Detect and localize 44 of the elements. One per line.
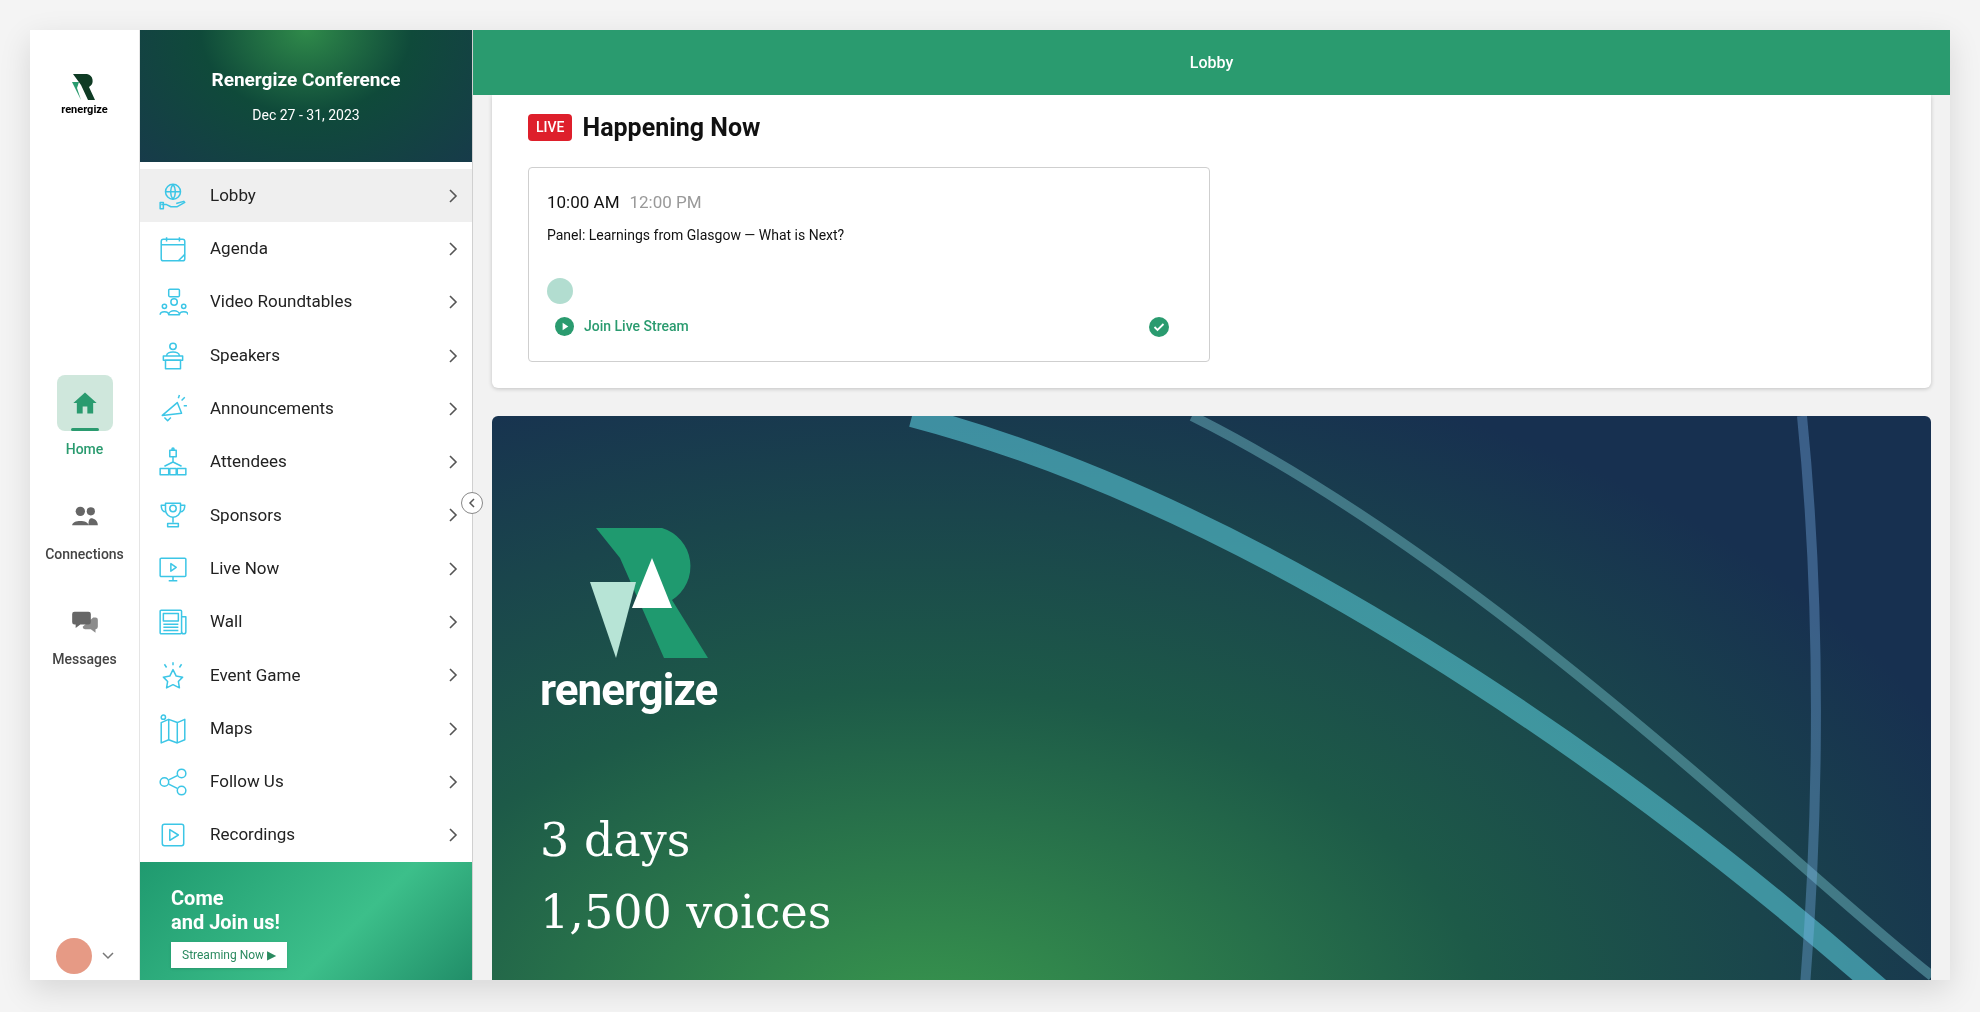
chevron-right-icon <box>448 508 458 523</box>
group-chat-icon <box>158 287 188 318</box>
streaming-now-button[interactable]: Streaming Now ▶ <box>171 941 288 968</box>
banner-tagline: 1,500 voices <box>540 884 832 941</box>
section-title: Happening Now <box>582 112 761 144</box>
chevron-right-icon <box>448 561 458 576</box>
chevron-right-icon <box>448 615 458 629</box>
chevron-right-icon <box>448 774 458 789</box>
menu-item[interactable]: Lobby <box>140 169 472 223</box>
nav-button[interactable]: Connections <box>45 496 124 565</box>
chevron-right-icon <box>448 455 458 470</box>
end-time: 12:00 PM <box>629 190 702 214</box>
avatar[interactable] <box>56 938 92 974</box>
live-badge: LIVE <box>528 114 573 142</box>
chevron-right-icon <box>448 828 458 843</box>
logo-text: renergize <box>61 104 108 115</box>
people-network-icon <box>158 447 188 478</box>
event-dates: Dec 27 - 31, 2023 <box>252 105 360 125</box>
share-icon <box>158 766 188 797</box>
chevron-right-icon <box>448 401 458 416</box>
banner-tagline: 3 days <box>540 812 692 869</box>
trophy-icon <box>158 500 188 531</box>
session-title: Panel: Learnings from Glasgow — What is Next? <box>547 226 846 245</box>
speaker-avatar <box>547 278 573 304</box>
chevron-right-icon <box>448 668 458 683</box>
logo-icon <box>590 528 708 658</box>
newspaper-icon <box>158 607 188 637</box>
promo-headline: Come <box>171 885 224 910</box>
join-live-stream-link[interactable]: Join Live Stream <box>555 316 689 337</box>
chevron-right-icon <box>448 241 458 256</box>
map-icon <box>158 713 188 744</box>
chevron-down-icon[interactable] <box>102 952 114 960</box>
event-title: Renergize Conference <box>211 67 401 94</box>
start-time: 10:00 AM <box>547 190 620 214</box>
chevron-right-icon <box>448 348 458 363</box>
nav-button[interactable]: Messages <box>52 601 117 670</box>
chevron-right-icon <box>448 188 458 203</box>
chevron-right-icon <box>448 721 458 736</box>
play-circle-icon <box>555 317 574 336</box>
chevron-right-icon <box>448 295 458 310</box>
chevron-left-icon <box>468 498 476 508</box>
promo-headline: and Join us! <box>171 909 280 934</box>
banner-logo-text: renergize <box>540 668 718 712</box>
page-title: Lobby <box>1189 51 1234 74</box>
